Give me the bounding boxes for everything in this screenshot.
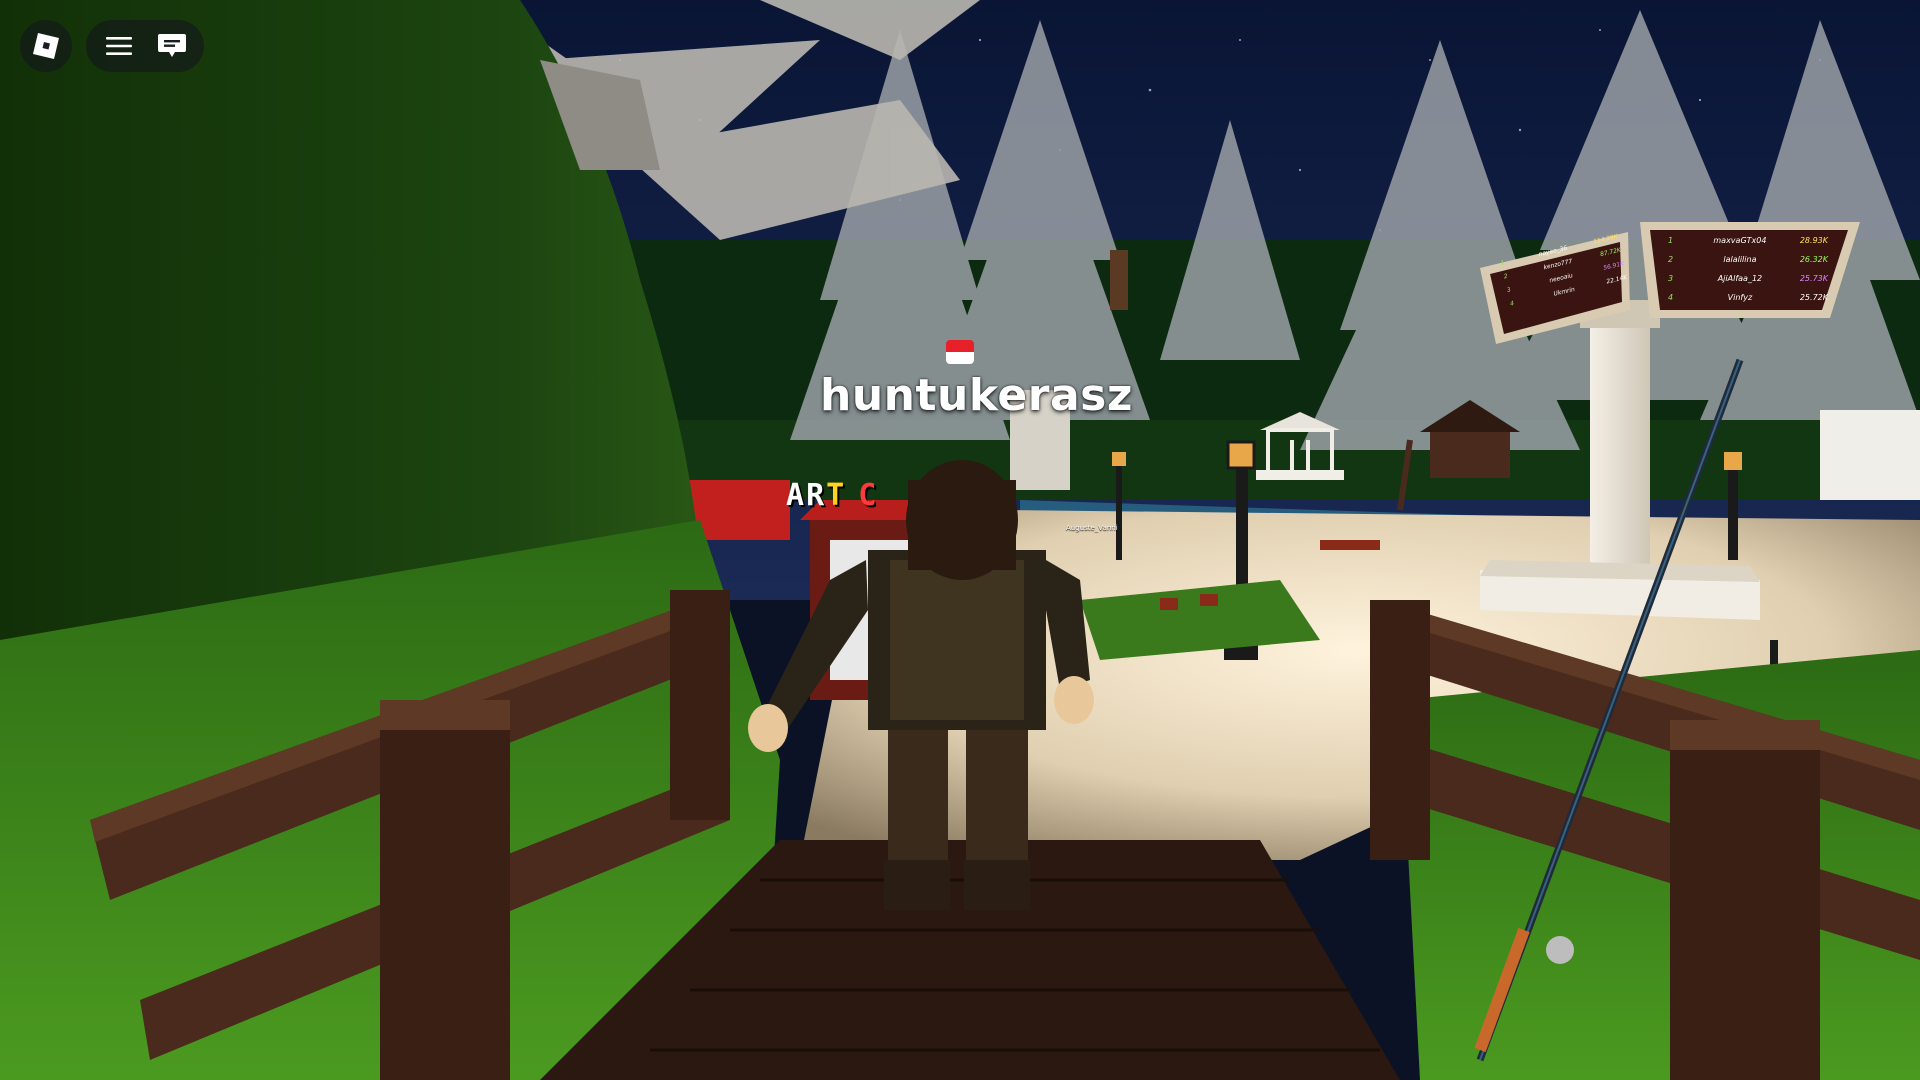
game-scene[interactable]: [0, 0, 1920, 1080]
roblox-logo-icon: [33, 33, 59, 59]
chat-button[interactable]: [150, 24, 194, 68]
leaderboard-rank: 4: [1668, 293, 1674, 302]
leaderboard-row: 2 lalalilina 26.32K: [1668, 255, 1828, 274]
leaderboard-name: lalalilina: [1723, 255, 1757, 264]
chat-bubble-icon: [157, 34, 186, 57]
nearby-player-label: Auguste_Vanni: [1066, 524, 1118, 532]
leaderboard-name: Vinfyz: [1727, 293, 1753, 302]
roblox-menu-button[interactable]: [20, 20, 72, 72]
leaderboard-name: maxvaGTx04: [1713, 236, 1767, 245]
art-shop-sign: ART C: [786, 478, 878, 513]
leaderboard-row: 3 AjiAlfaa_12 25.73K: [1668, 274, 1828, 293]
player-nametag: huntukerasz: [820, 340, 1133, 421]
right-building: [1820, 410, 1920, 500]
sign-letter: A: [786, 478, 807, 513]
leaderboard-rank: 1: [1668, 236, 1674, 245]
leaderboard-value: 25.73K: [1799, 274, 1828, 283]
flag-icon: [946, 340, 974, 364]
menu-button[interactable]: [97, 24, 141, 68]
sign-letter: T: [826, 478, 847, 513]
hamburger-menu-icon: [105, 37, 132, 55]
hud-button-group: [86, 20, 204, 72]
leaderboard-pole: [1590, 320, 1650, 590]
leaderboard-row: 1 maxvaGTx04 28.93K: [1668, 236, 1828, 255]
leaderboard-right-entries: 1 maxvaGTx04 28.93K 2 lalalilina 26.32K 3 AjiAl…: [1668, 236, 1828, 312]
leaderboard-rank: 2: [1668, 255, 1674, 264]
sign-letter: C: [858, 478, 879, 513]
leaderboard-value: 28.93K: [1799, 236, 1828, 245]
leaderboard-row: 4 Vinfyz 25.72K: [1668, 293, 1828, 312]
game-viewport[interactable]: 1 maxvaGTx04 28.93K 2 lalalilina 26.32K 3 AjiAl…: [0, 0, 1920, 1080]
leaderboard-name: AjiAlfaa_12: [1717, 274, 1763, 283]
player-name: huntukerasz: [820, 370, 1133, 421]
leaderboard-value: 25.72K: [1799, 293, 1828, 302]
leaderboard-rank: 3: [1668, 274, 1674, 283]
leaderboard-value: 26.32K: [1799, 255, 1828, 264]
sign-letter: R: [806, 478, 827, 513]
